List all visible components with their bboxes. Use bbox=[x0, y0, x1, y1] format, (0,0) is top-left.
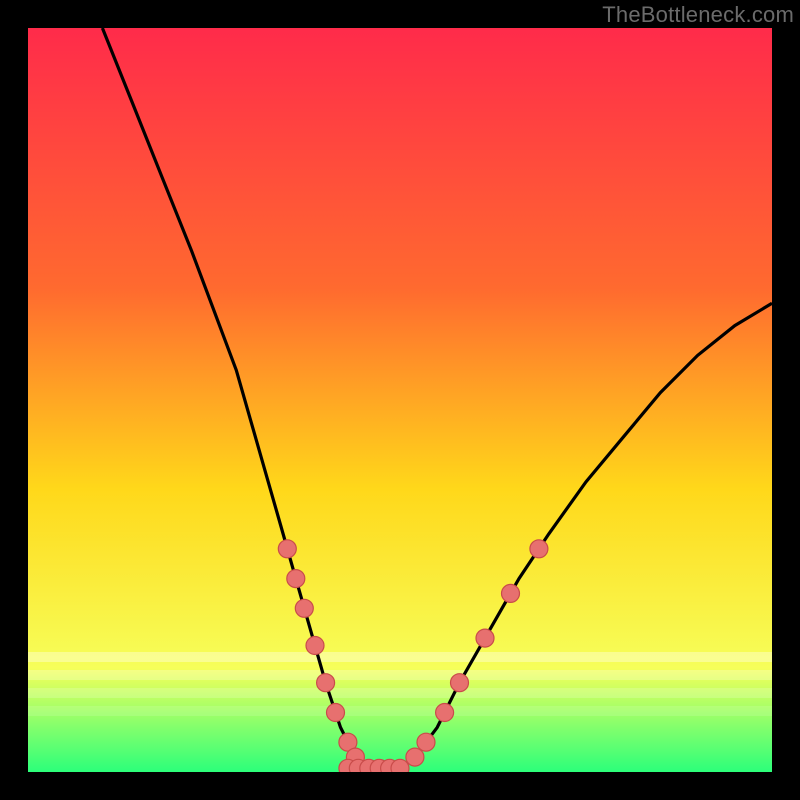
bead-marker bbox=[451, 674, 469, 692]
chart-frame bbox=[28, 28, 772, 772]
band bbox=[28, 688, 772, 698]
band bbox=[28, 706, 772, 716]
bead-marker bbox=[306, 637, 324, 655]
watermark-text: TheBottleneck.com bbox=[602, 2, 794, 28]
bead-marker bbox=[502, 584, 520, 602]
bead-marker bbox=[476, 629, 494, 647]
bead-marker bbox=[406, 748, 424, 766]
bead-marker bbox=[278, 540, 296, 558]
bead-marker bbox=[530, 540, 548, 558]
bead-marker bbox=[327, 704, 345, 722]
band bbox=[28, 652, 772, 662]
bead-marker bbox=[295, 599, 313, 617]
bead-marker bbox=[287, 570, 305, 588]
bead-marker bbox=[417, 733, 435, 751]
chart-svg bbox=[28, 28, 772, 772]
bead-marker bbox=[317, 674, 335, 692]
chart-plot bbox=[28, 28, 772, 772]
bead-marker bbox=[436, 704, 454, 722]
band bbox=[28, 670, 772, 680]
bead-marker bbox=[391, 759, 409, 772]
